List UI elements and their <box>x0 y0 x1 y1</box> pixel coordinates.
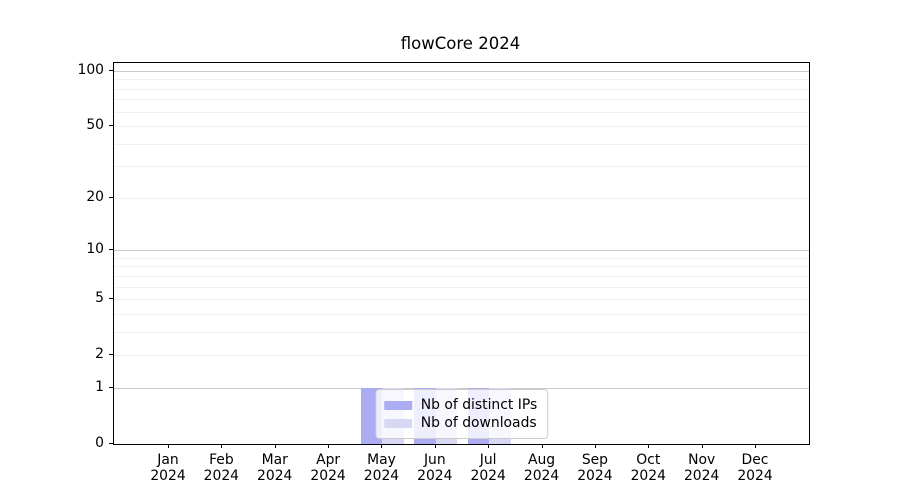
y-tick-label: 5 <box>42 290 104 306</box>
y-tick-mark <box>109 197 113 198</box>
legend: Nb of distinct IPs Nb of downloads <box>375 389 548 439</box>
gridline-minor <box>114 166 809 167</box>
x-tick-label-dec: Dec2024 <box>715 452 795 484</box>
x-tick-mark <box>595 444 596 448</box>
gridline-minor <box>114 79 809 80</box>
gridline-minor <box>114 332 809 333</box>
y-tick-mark <box>109 70 113 71</box>
x-tick-mark <box>648 444 649 448</box>
legend-label-downloads: Nb of downloads <box>421 415 537 431</box>
y-tick-label: 1 <box>42 379 104 395</box>
y-tick-label: 100 <box>42 62 104 78</box>
plot-area: Nb of distinct IPs Nb of downloads <box>113 62 810 445</box>
y-tick-mark <box>109 298 113 299</box>
x-tick-mark <box>435 444 436 448</box>
legend-item-downloads: Nb of downloads <box>384 414 537 432</box>
gridline-major <box>114 71 809 72</box>
legend-swatch-downloads-icon <box>384 419 412 428</box>
x-tick-mark <box>488 444 489 448</box>
y-tick-label: 20 <box>42 189 104 205</box>
y-tick-label: 50 <box>42 117 104 133</box>
gridline-minor <box>114 314 809 315</box>
y-tick-mark <box>109 354 113 355</box>
gridline-minor <box>114 126 809 127</box>
x-tick-mark <box>168 444 169 448</box>
x-tick-mark <box>275 444 276 448</box>
gridline-minor <box>114 266 809 267</box>
x-tick-year: 2024 <box>715 468 795 484</box>
x-tick-mark <box>755 444 756 448</box>
gridline-minor <box>114 258 809 259</box>
y-tick-mark <box>109 387 113 388</box>
legend-swatch-distinct-ips-icon <box>384 401 412 410</box>
gridline-minor <box>114 299 809 300</box>
chart-title: flowCore 2024 <box>113 34 808 53</box>
gridline-minor <box>114 89 809 90</box>
x-tick-month: Dec <box>715 452 795 468</box>
gridline-minor <box>114 99 809 100</box>
gridline-minor <box>114 287 809 288</box>
legend-item-distinct-ips: Nb of distinct IPs <box>384 396 537 414</box>
x-tick-mark <box>328 444 329 448</box>
y-tick-mark <box>109 125 113 126</box>
y-tick-label: 0 <box>42 435 104 451</box>
y-tick-label: 10 <box>42 241 104 257</box>
y-tick-label: 2 <box>42 346 104 362</box>
chart-figure: flowCore 2024 Nb of distinct IPs Nb of d… <box>0 0 900 500</box>
gridline-minor <box>114 112 809 113</box>
x-tick-mark <box>381 444 382 448</box>
x-tick-mark <box>542 444 543 448</box>
legend-label-distinct-ips: Nb of distinct IPs <box>421 397 537 413</box>
gridline-minor <box>114 198 809 199</box>
x-tick-mark <box>702 444 703 448</box>
gridline-minor <box>114 355 809 356</box>
gridline-minor <box>114 276 809 277</box>
y-tick-mark <box>109 249 113 250</box>
gridline-minor <box>114 144 809 145</box>
y-tick-mark <box>109 443 113 444</box>
x-tick-mark <box>221 444 222 448</box>
gridline-major <box>114 250 809 251</box>
